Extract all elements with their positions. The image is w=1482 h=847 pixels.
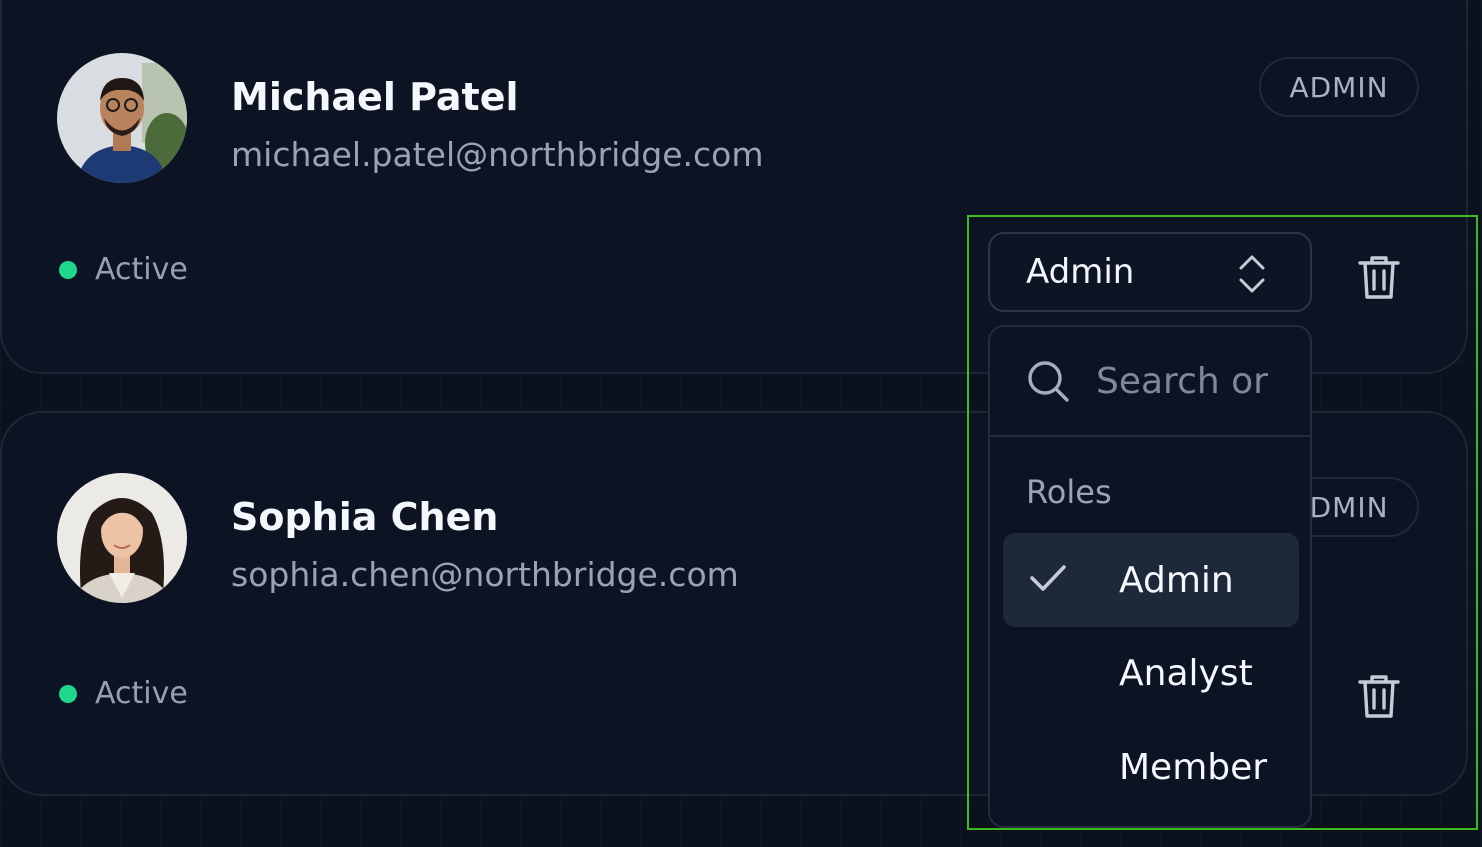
status-indicator: Active <box>59 252 188 287</box>
status-label: Active <box>95 252 188 287</box>
status-indicator: Active <box>59 676 188 711</box>
user-name: Sophia Chen <box>231 495 499 539</box>
status-label: Active <box>95 676 188 711</box>
focus-highlight <box>967 215 1478 830</box>
user-email: michael.patel@northbridge.com <box>231 135 764 174</box>
user-name: Michael Patel <box>231 75 519 119</box>
avatar <box>57 473 187 603</box>
status-dot <box>59 260 77 279</box>
role-badge: ADMIN <box>1259 57 1419 117</box>
status-dot <box>59 684 77 703</box>
user-email: sophia.chen@northbridge.com <box>231 555 739 594</box>
avatar <box>57 53 187 183</box>
